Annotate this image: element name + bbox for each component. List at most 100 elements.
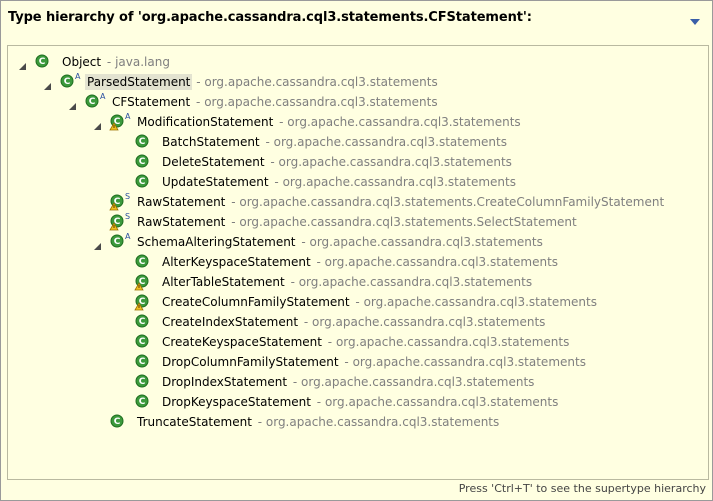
tree-row-label: CreateIndexStatement - org.apache.cassan… — [160, 312, 545, 332]
package-name: org.apache.cassandra.cql3.statements — [282, 175, 516, 189]
class-icon: CS — [109, 212, 131, 231]
separator: - — [192, 95, 205, 109]
tree-row[interactable]: C TruncateStatement - org.apache.cassandr… — [8, 412, 698, 432]
class-icon: CS — [109, 192, 131, 211]
class-icon: C — [134, 373, 156, 391]
package-name: org.apache.cassandra.cql3.statements — [273, 135, 507, 149]
package-name: org.apache.cassandra.cql3.statements — [324, 255, 559, 269]
package-name: java.lang — [115, 55, 170, 69]
type-name: AlterKeyspaceStatement — [162, 255, 311, 269]
class-icon: C — [134, 313, 156, 331]
tree-row-label: DeleteStatement - org.apache.cassandra.c… — [160, 152, 512, 172]
svg-text:C: C — [139, 137, 146, 147]
tree-row[interactable]: C BatchStatement - org.apache.cassandra.c… — [8, 132, 698, 152]
tree-row-label: RawStatement - org.apache.cassandra.cql3… — [135, 212, 577, 232]
tree-row-label: CreateKeyspaceStatement - org.apache.cas… — [160, 332, 569, 352]
class-icon: CA — [59, 72, 81, 91]
tree-row-label: SchemaAlteringStatement - org.apache.cas… — [135, 232, 543, 252]
package-name: org.apache.cassandra.cql3.statements — [301, 375, 535, 389]
svg-text:C: C — [64, 77, 71, 87]
separator: - — [261, 135, 274, 149]
tree-row-label: Object - java.lang — [60, 52, 170, 72]
tree-row[interactable]: C AlterTableStatement - org.apache.cassan… — [8, 272, 698, 292]
tree-row[interactable]: C DropColumnFamilyStatement - org.apache.… — [8, 352, 698, 372]
popup-title: Type hierarchy of 'org.apache.cassandra.… — [8, 10, 532, 25]
svg-text:A: A — [100, 92, 106, 101]
type-name: DeleteStatement — [162, 155, 265, 169]
tree-row-label: BatchStatement - org.apache.cassandra.cq… — [160, 132, 507, 152]
package-name: org.apache.cassandra.cql3.statements — [265, 415, 500, 429]
class-icon: C — [134, 173, 156, 191]
expanded-triangle-icon[interactable] — [68, 98, 78, 110]
tree-row[interactable]: C A ParsedStatement - org.apache.cassandra… — [8, 72, 698, 92]
separator: - — [103, 55, 116, 69]
svg-text:S: S — [125, 212, 130, 221]
class-icon: C — [134, 133, 156, 151]
tree-row-label: AlterKeyspaceStatement - org.apache.cass… — [160, 252, 558, 272]
type-name: BatchStatement — [162, 135, 260, 149]
tree-row[interactable]: C CreateKeyspaceStatement - org.apache.ca… — [8, 332, 698, 352]
package-name: org.apache.cassandra.cql3.statements — [204, 95, 438, 109]
tree-row[interactable]: C DeleteStatement - org.apache.cassandra.… — [8, 152, 698, 172]
class-icon: C — [134, 153, 156, 171]
type-name: RawStatement — [137, 215, 226, 229]
tree-row-label: RawStatement - org.apache.cassandra.cql3… — [135, 192, 664, 212]
package-name: org.apache.cassandra.cql3.statements — [287, 115, 521, 129]
class-icon: C — [134, 293, 156, 311]
svg-text:C: C — [139, 377, 146, 387]
tree-row[interactable]: C S RawStatement - org.apache.cassandra.cq… — [8, 192, 698, 212]
tree-row[interactable]: C DropKeyspaceStatement - org.apache.cass… — [8, 392, 698, 412]
svg-text:C: C — [139, 177, 146, 187]
svg-text:C: C — [139, 317, 146, 327]
tree-row-label: ModificationStatement - org.apache.cassa… — [135, 112, 521, 132]
svg-text:A: A — [125, 112, 131, 121]
type-name: Object — [62, 55, 102, 69]
tree-row[interactable]: C UpdateStatement - org.apache.cassandra.… — [8, 172, 698, 192]
view-menu-triangle-icon[interactable] — [688, 13, 702, 25]
class-icon: C — [134, 333, 156, 351]
expanded-triangle-icon[interactable] — [93, 238, 103, 250]
separator: - — [227, 195, 240, 209]
class-icon: CA — [84, 92, 106, 111]
tree-row-label: DropIndexStatement - org.apache.cassandr… — [160, 372, 534, 392]
tree-row-label: UpdateStatement - org.apache.cassandra.c… — [160, 172, 516, 192]
separator: - — [270, 175, 283, 189]
type-name: SchemaAlteringStatement — [137, 235, 296, 249]
svg-text:C: C — [139, 157, 146, 167]
hierarchy-tree[interactable]: C Object - java.lang C A ParsedStatement - o… — [7, 45, 709, 480]
tree-row-label: DropColumnFamilyStatement - org.apache.c… — [160, 352, 586, 372]
type-name: RawStatement — [137, 195, 226, 209]
package-name: org.apache.cassandra.cql3.statements — [278, 155, 512, 169]
tree-row[interactable]: C A ModificationStatement - org.apache.cas… — [8, 112, 698, 132]
tree-row-label: CFStatement - org.apache.cassandra.cql3.… — [110, 92, 438, 112]
type-name: DropColumnFamilyStatement — [162, 355, 339, 369]
package-name: org.apache.cassandra.cql3.statements.Sel… — [239, 215, 577, 229]
separator: - — [275, 115, 288, 129]
tree-row[interactable]: C A CFStatement - org.apache.cassandra.cql… — [8, 92, 698, 112]
tree-row[interactable]: C AlterKeyspaceStatement - org.apache.cas… — [8, 252, 698, 272]
package-name: org.apache.cassandra.cql3.statements — [312, 315, 546, 329]
svg-text:C: C — [139, 257, 146, 267]
svg-text:C: C — [139, 397, 146, 407]
tree-row[interactable]: C A SchemaAlteringStatement - org.apache.c… — [8, 232, 698, 252]
package-name: org.apache.cassandra.cql3.statements — [298, 275, 533, 289]
svg-text:C: C — [114, 237, 121, 247]
tree-row[interactable]: C CreateIndexStatement - org.apache.cassa… — [8, 312, 698, 332]
tree-row[interactable]: C DropIndexStatement - org.apache.cassand… — [8, 372, 698, 392]
expanded-triangle-icon[interactable] — [93, 118, 103, 130]
expanded-triangle-icon[interactable] — [18, 58, 28, 70]
separator: - — [286, 275, 299, 289]
class-icon: C — [134, 393, 156, 411]
svg-text:A: A — [75, 72, 81, 81]
expanded-triangle-icon[interactable] — [43, 78, 53, 90]
tree-row[interactable]: C CreateColumnFamilyStatement - org.apach… — [8, 292, 698, 312]
separator: - — [312, 255, 325, 269]
separator: - — [323, 335, 336, 349]
svg-text:C: C — [139, 357, 146, 367]
package-name: org.apache.cassandra.cql3.statements — [309, 235, 543, 249]
tree-row-label: TruncateStatement - org.apache.cassandra… — [135, 412, 499, 432]
svg-text:S: S — [125, 192, 130, 201]
package-name: org.apache.cassandra.cql3.statements — [352, 355, 586, 369]
tree-row[interactable]: C S RawStatement - org.apache.cassandra.cq… — [8, 212, 698, 232]
tree-row[interactable]: C Object - java.lang — [8, 52, 698, 72]
